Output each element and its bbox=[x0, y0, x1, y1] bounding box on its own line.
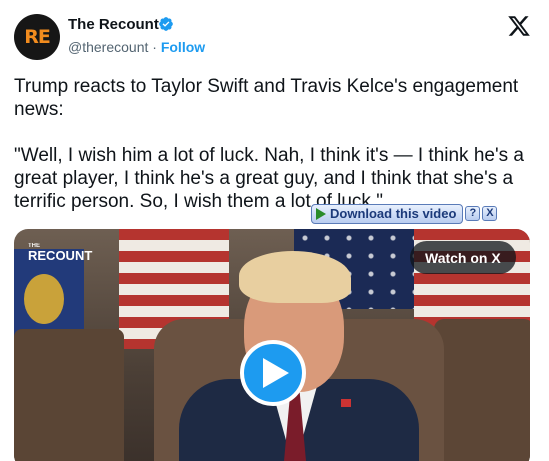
avatar-logo-text: RE bbox=[24, 26, 51, 48]
verified-badge-icon bbox=[159, 17, 173, 31]
download-toolbar: Download this video ? X bbox=[311, 203, 498, 224]
speaker-hair bbox=[239, 251, 351, 303]
author-name[interactable]: The Recount bbox=[68, 16, 159, 33]
download-arrow-icon bbox=[316, 207, 326, 220]
watermark-small-text: THE bbox=[28, 243, 40, 249]
download-video-button[interactable]: Download this video bbox=[311, 203, 464, 224]
download-close-button[interactable]: X bbox=[482, 206, 498, 221]
watermark-text: RECOUNT bbox=[28, 248, 93, 263]
flag-pin bbox=[341, 399, 351, 407]
channel-watermark: THE RECOUNT bbox=[28, 243, 92, 262]
watch-on-x-button[interactable]: Watch on X bbox=[410, 241, 516, 274]
tweet-text: Trump reacts to Taylor Swift and Travis … bbox=[14, 75, 524, 213]
handle-line: @therecount · Follow bbox=[68, 39, 205, 55]
author-handle[interactable]: @therecount bbox=[68, 39, 148, 55]
separator: · bbox=[152, 39, 157, 55]
download-video-label: Download this video bbox=[330, 206, 457, 221]
chair-right bbox=[434, 319, 530, 461]
tweet-text-line1: Trump reacts to Taylor Swift and Travis … bbox=[14, 76, 519, 120]
chair-left bbox=[14, 329, 124, 461]
x-logo-icon[interactable] bbox=[507, 14, 531, 38]
tweet-header: RE The Recount @therecount · Follow bbox=[14, 10, 535, 64]
play-button[interactable] bbox=[240, 340, 306, 406]
avatar[interactable]: RE bbox=[14, 14, 60, 60]
play-icon bbox=[263, 358, 289, 388]
follow-button[interactable]: Follow bbox=[161, 39, 205, 55]
download-help-button[interactable]: ? bbox=[465, 206, 481, 221]
video-player[interactable]: THE RECOUNT Watch on X bbox=[14, 229, 530, 461]
